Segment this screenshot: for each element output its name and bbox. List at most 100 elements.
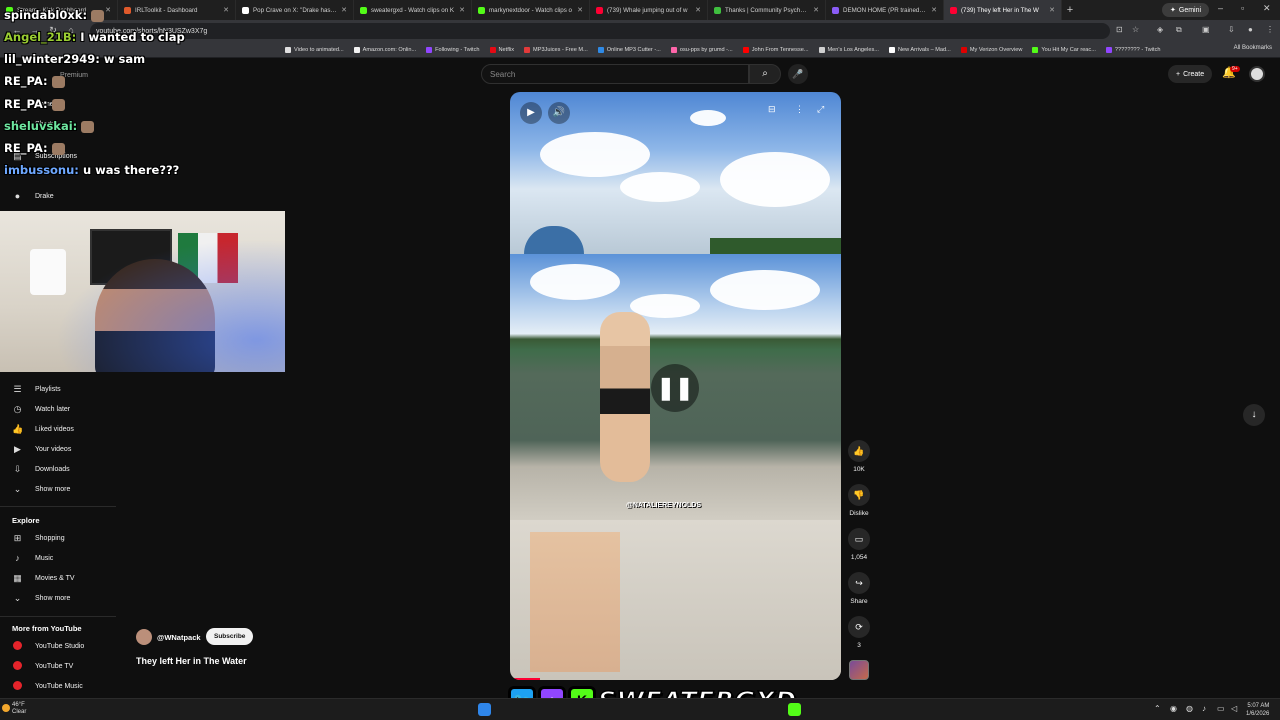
volume-icon[interactable]: 🔊 [548, 102, 570, 124]
captions-icon[interactable]: ⊟ [768, 104, 776, 115]
create-button[interactable]: + Create [1168, 65, 1213, 83]
sidebar-item-youtube-app[interactable]: YouTube TV [12, 658, 73, 674]
close-tab-icon[interactable]: ✕ [931, 6, 937, 14]
sidebar-item-show-more[interactable]: ⌄ Show more [12, 481, 71, 497]
maximize-icon[interactable]: ▫ [1241, 3, 1244, 13]
sidebar-item-show-more[interactable]: ⌄ Show more [12, 590, 71, 606]
all-bookmarks[interactable]: All Bookmarks [1234, 45, 1272, 51]
pause-icon[interactable]: ❚❚ [651, 364, 699, 412]
bookmark-item[interactable]: My Verizon Overview [956, 46, 1028, 53]
bookmark-item[interactable]: osu-pps by grumd -... [666, 46, 738, 53]
chevron-up-icon[interactable]: ⌃ [1154, 704, 1161, 713]
bookmark-item[interactable]: John From Tennesse... [738, 46, 814, 53]
gemini-button[interactable]: ✦ Gemini [1162, 3, 1210, 17]
arrow-down-icon[interactable]: ↓ [1243, 404, 1265, 426]
weather-widget[interactable]: 46°F Clear [12, 702, 26, 716]
sidebar-item-downloads[interactable]: ⇩ Downloads [12, 461, 70, 477]
browser-tab[interactable]: (739) They left Her in The W ✕ [944, 0, 1062, 20]
share-button[interactable]: ↪ Share [848, 572, 870, 605]
comments-button[interactable]: ▭ 1,054 [848, 528, 870, 561]
search-icon[interactable]: ⌕ [749, 64, 781, 84]
sidebar-item-playlists[interactable]: ☰ Playlists [12, 381, 60, 397]
sidebar-item-drake[interactable]: ● Drake [12, 188, 54, 204]
download-tray-icon[interactable]: ⇩ [1228, 25, 1235, 34]
bookmark-item[interactable]: You Hit My Car reac... [1027, 46, 1101, 53]
fullscreen-icon[interactable]: ⤢ [817, 104, 824, 115]
youtube-red-icon [12, 660, 23, 672]
account-avatar[interactable] [1249, 66, 1265, 82]
sidebar-item-liked-videos[interactable]: 👍 Liked videos [12, 421, 74, 437]
channel-avatar-icon: ● [14, 191, 21, 201]
url-field[interactable]: youtube.com/shorts/hN3USZw3X7g [90, 23, 1110, 39]
chat-text: w sam [103, 52, 146, 66]
bookmark-item[interactable]: Netflix [485, 46, 520, 53]
shorts-player[interactable]: ▶ 🔊 ⊟ ⋮ ⤢ ❚❚ @NATALIEREYNOLDS [510, 92, 841, 680]
speaker-icon[interactable]: ◁ [1231, 704, 1237, 713]
subscribe-button[interactable]: Subscribe [206, 628, 254, 645]
more-icon[interactable]: ⋮ [795, 104, 804, 115]
extension-icon[interactable]: ◈ [1157, 25, 1163, 34]
tray-app-icon[interactable]: ◉ [1170, 704, 1177, 713]
close-tab-icon[interactable]: ✕ [105, 6, 111, 14]
bookmark-star-icon[interactable]: ☆ [1132, 25, 1139, 34]
browser-tab[interactable]: Thanks | Community Psychome ✕ [708, 0, 826, 20]
remix-button[interactable]: ⟳ 3 [848, 616, 870, 649]
bookmark-item[interactable]: Amazon.com: Onlin... [349, 46, 421, 53]
search-input[interactable]: Search [481, 64, 749, 84]
channel-avatar[interactable] [136, 629, 152, 645]
sidebar-item-youtube-app[interactable]: YouTube Studio [12, 638, 84, 654]
sound-thumbnail[interactable] [849, 660, 869, 680]
progress-bar[interactable] [510, 678, 540, 680]
more-heading: More from YouTube [12, 624, 82, 633]
display-icon[interactable]: ▭ [1217, 704, 1225, 713]
close-tab-icon[interactable]: ✕ [223, 6, 229, 14]
windows-start-icon[interactable] [478, 703, 491, 716]
sidebar-item-label: Movies & TV [35, 574, 75, 582]
bookmark-item[interactable]: ???????? - Twitch [1101, 46, 1166, 53]
bookmark-item[interactable]: Men's Los Angeles... [814, 46, 884, 53]
youtube-page: Search ⌕ 🎤 + Create 🔔 9+ Premium ⌂ Home ϟS… [0, 58, 1280, 698]
browser-tab[interactable]: Pop Crave on X: "Drake has be ✕ [236, 0, 354, 20]
sidebar-item-shopping[interactable]: ⊞ Shopping [12, 530, 65, 546]
browser-tab[interactable]: IRLToolkit - Dashboard ✕ [118, 0, 236, 20]
sparkle-icon: ✦ [1170, 7, 1176, 14]
sidepanel-icon[interactable]: ▣ [1202, 25, 1210, 34]
browser-tab[interactable]: DEMON HOME (PR trained) - Y ✕ [826, 0, 944, 20]
menu-icon[interactable]: ⋮ [1266, 25, 1274, 34]
new-tab-icon[interactable]: + [1062, 4, 1078, 16]
bookmark-item[interactable]: New Arrivals – Mad... [884, 46, 956, 53]
close-tab-icon[interactable]: ✕ [341, 6, 347, 14]
bookmark-item[interactable]: Online MP3 Cutter -... [593, 46, 666, 53]
bookmark-item[interactable]: Video to animated... [280, 46, 349, 53]
close-tab-icon[interactable]: ✕ [695, 6, 701, 14]
channel-name[interactable]: @WNatpack [157, 633, 201, 642]
close-tab-icon[interactable]: ✕ [577, 6, 583, 14]
browser-tab[interactable]: (739) Whale jumping out of w ✕ [590, 0, 708, 20]
mic-icon[interactable]: 🎤 [788, 64, 808, 84]
bookmark-item[interactable]: MP3Juices - Free M... [519, 46, 593, 53]
bookmark-item[interactable]: Following - Twitch [421, 46, 484, 53]
install-icon[interactable]: ⊡ [1116, 25, 1123, 34]
browser-tab[interactable]: markynextdoor - Watch clips o ✕ [472, 0, 590, 20]
close-tab-icon[interactable]: ✕ [813, 6, 819, 14]
dislike-button[interactable]: 👎 Dislike [848, 484, 870, 517]
sidebar-item-your-videos[interactable]: ▶ Your videos [12, 441, 71, 457]
kick-app-icon[interactable] [788, 703, 801, 716]
close-window-icon[interactable]: ✕ [1263, 3, 1271, 14]
like-button[interactable]: 👍 10K [848, 440, 870, 473]
puzzle-icon[interactable]: ⧉ [1176, 25, 1182, 35]
sidebar-item-youtube-app[interactable]: YouTube Music [12, 678, 83, 694]
sidebar-item-watch-later[interactable]: ◷ Watch later [12, 401, 71, 417]
minimize-icon[interactable]: – [1218, 3, 1223, 13]
close-tab-icon[interactable]: ✕ [459, 6, 465, 14]
clock[interactable]: 5:07 AM 1/6/2026 [1246, 702, 1269, 718]
legs-figure [530, 532, 620, 672]
browser-tab[interactable]: sweatergxd - Watch clips on K ✕ [354, 0, 472, 20]
close-tab-icon[interactable]: ✕ [1049, 6, 1055, 14]
tray-app-icon[interactable]: ◍ [1186, 704, 1193, 713]
play-icon[interactable]: ▶ [520, 102, 542, 124]
mic-tray-icon[interactable]: ♪ [1202, 704, 1206, 713]
profile-icon[interactable]: ● [1248, 25, 1253, 34]
sidebar-item-music[interactable]: ♪ Music [12, 550, 53, 566]
sidebar-item-movies-tv[interactable]: ▦ Movies & TV [12, 570, 75, 586]
